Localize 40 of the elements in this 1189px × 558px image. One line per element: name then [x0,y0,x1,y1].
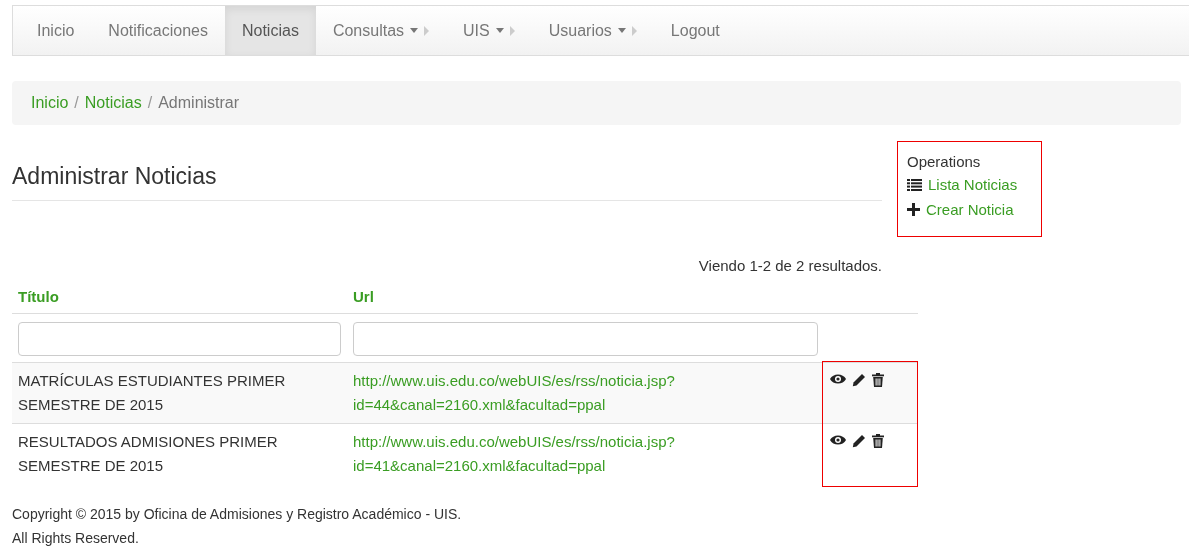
caret-icon [495,28,504,33]
column-header[interactable]: Url [347,278,824,314]
trash-icon[interactable] [872,373,884,387]
list-icon [907,178,922,191]
url-link[interactable]: http://www.uis.edu.co/webUIS/es/rss/noticia.jsp?id=41&canal=2160.xml&facultad=ppal [353,430,818,478]
nav-link[interactable]: Inicio [20,6,92,55]
submenu-arrow-icon [631,25,637,36]
operation-link[interactable]: Crear Noticia [926,197,1014,222]
page-title: Administrar Noticias [12,163,882,201]
nav-dropdown[interactable]: Consultas [315,6,447,55]
caret-icon [617,28,626,33]
breadcrumb-link[interactable]: Noticias [84,94,142,112]
breadcrumb-separator: / [147,94,153,112]
submenu-arrow-icon [424,25,430,36]
submenu-arrow-icon [509,25,515,36]
nav-link[interactable]: Notificaciones [91,6,225,55]
filter-field[interactable] [18,322,341,356]
caret-icon [410,28,419,33]
operation-link[interactable]: Lista Noticias [928,172,1018,197]
breadcrumb-separator: / [74,94,79,112]
nav-dropdown[interactable]: UIS [446,6,532,55]
filter-field[interactable] [353,322,818,356]
nav-link[interactable]: Logout [653,6,737,55]
result-summary: Viendo 1-2 de 2 resultados. [697,257,882,274]
footer-text: All Rights Reserved. [12,529,140,548]
breadcrumb-link[interactable]: Inicio [31,94,69,112]
table-cell: MATRÍCULAS ESTUDIANTES PRIMER SEMESTRE DE 2015 [12,362,347,424]
pencil-icon[interactable] [852,434,866,448]
pencil-icon[interactable] [852,373,866,387]
operations-title: Operations [907,153,982,170]
breadcrumb-current: Administrar [158,94,240,112]
trash-icon[interactable] [872,434,884,448]
nav-dropdown[interactable]: Usuarios [531,6,654,55]
footer-text: Copyright © 2015 by Oficina de Admisiones y Registro Académico - UIS. [12,505,463,524]
view-icon[interactable] [830,434,846,446]
column-header[interactable]: Título [12,278,347,314]
nav-link[interactable]: Noticias [224,6,316,55]
table-cell: RESULTADOS ADMISIONES PRIMER SEMESTRE DE 2015 [12,423,347,484]
view-icon[interactable] [830,373,846,385]
plus-icon [907,203,920,216]
